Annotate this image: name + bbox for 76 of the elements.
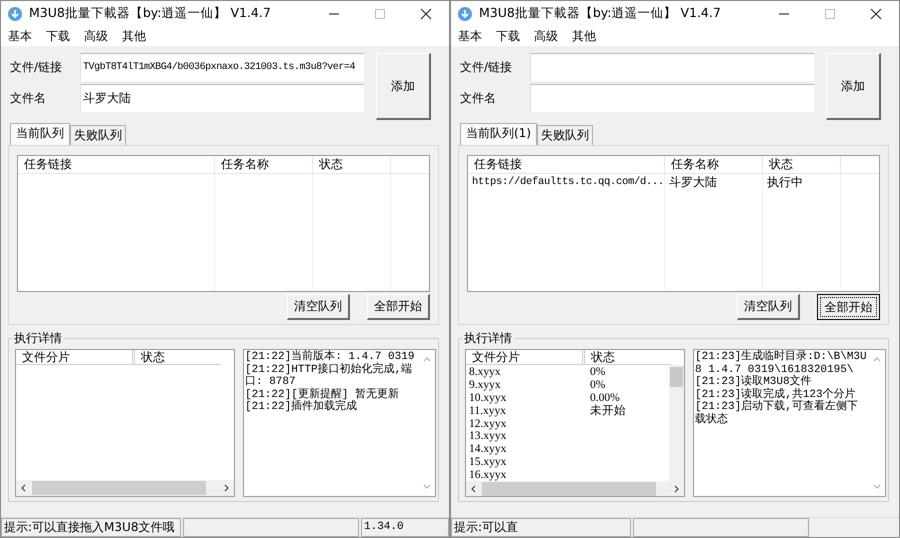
column-header[interactable]: 状态: [313, 156, 391, 173]
log-line: [21:23]读取M3U8文件: [695, 376, 813, 388]
queue-button[interactable]: 全部开始: [367, 294, 430, 320]
status-hint: 提示:可以直接拖入M3U8文件哦: [1, 518, 181, 537]
segment-status: 0%: [589, 379, 606, 392]
field-label: 文件名: [9, 90, 47, 106]
log-line: [21:23]读取完成,共123个分片: [695, 388, 857, 400]
column-header[interactable]: 任务链接: [18, 156, 215, 173]
menu-item[interactable]: 其他: [572, 28, 596, 44]
log-line: [21:22]HTTP接口初始化完成,端口: 8787: [245, 364, 414, 388]
status-version: 1.34.0: [361, 518, 449, 537]
segment-name: 15.xyyx: [468, 456, 508, 468]
tab[interactable]: 失败队列: [70, 125, 126, 145]
log-line: [21:23]启动下载,可查看左侧下载状态: [695, 401, 859, 426]
segment-status: 未开始: [589, 404, 627, 418]
download-icon: [7, 6, 23, 22]
scrollbar[interactable]: [669, 365, 684, 482]
segment-name: 16.xyyx: [468, 468, 508, 481]
column-header[interactable]: 文件分片: [466, 350, 585, 365]
menu-item[interactable]: 高级: [84, 28, 108, 44]
tab[interactable]: 当前队列(1): [460, 123, 537, 145]
download-icon: [457, 6, 473, 22]
segment-name: 8.xyyx: [468, 366, 502, 378]
column-header[interactable]: 任务名称: [215, 156, 313, 173]
field-label: 文件名: [459, 90, 497, 106]
input-field[interactable]: 斗罗大陆: [80, 84, 364, 112]
add-button[interactable]: 添加: [376, 53, 431, 120]
scrollbar[interactable]: [466, 481, 684, 496]
status-hint: 提示:可以直: [451, 518, 631, 537]
menu-item[interactable]: 下载: [496, 28, 520, 44]
queue-button[interactable]: 清空队列: [287, 294, 350, 320]
segment-name: 13.xyyx: [468, 430, 508, 442]
menu-item[interactable]: 其他: [122, 28, 146, 44]
tab[interactable]: 失败队列: [537, 125, 593, 145]
log-line: [21:22]当前版本: 1.4.7 0319: [245, 351, 416, 363]
close-icon[interactable]: [420, 8, 432, 20]
column-header[interactable]: 文件分片: [16, 350, 135, 365]
input-field[interactable]: TVgbT8T4lT1mXBG4/b0036pxnaxo.321003.ts.m3u8?ver=4: [80, 53, 364, 81]
segment-name: 12.xyyx: [468, 418, 508, 430]
group-title: 执行详情: [12, 330, 64, 347]
log-line: [21:22][更新提醒] 暂无更新: [245, 388, 400, 400]
field-label: 文件/链接: [459, 58, 514, 76]
segment-status: 0.00%: [589, 392, 621, 404]
segment-name: 11.xyyx: [468, 404, 507, 417]
table-cell-text: https://defaultts.tc.qq.com/d...: [471, 176, 665, 188]
menu-item[interactable]: 下载: [46, 28, 70, 44]
queue-button[interactable]: 清空队列: [737, 294, 800, 320]
tab[interactable]: 当前队列: [10, 123, 70, 145]
segment-name: 10.xyyx: [468, 392, 508, 404]
column-header[interactable]: 状态: [585, 350, 671, 365]
table-cell-text: 斗罗大陆: [668, 174, 718, 190]
scrollbar[interactable]: [16, 480, 234, 496]
menu-item[interactable]: 基本: [458, 28, 482, 44]
window-title: M3U8批量下載器【by:逍遥一仙】 V1.4.7: [29, 5, 272, 22]
column-header[interactable]: 状态: [135, 350, 221, 365]
field-label: 文件/链接: [9, 58, 64, 76]
input-field[interactable]: [530, 53, 814, 81]
segment-name: 14.xyyx: [468, 443, 508, 456]
add-button[interactable]: 添加: [826, 53, 881, 120]
queue-button[interactable]: 全部开始: [817, 294, 880, 320]
table-cell-text: 执行中: [766, 174, 804, 190]
window-title: M3U8批量下載器【by:逍遥一仙】 V1.4.7: [479, 5, 722, 22]
maximize-icon[interactable]: [374, 8, 386, 20]
close-icon[interactable]: [870, 8, 882, 20]
segment-status: 0%: [589, 366, 606, 378]
column-header[interactable]: 状态: [763, 156, 841, 173]
menu-item[interactable]: 基本: [8, 28, 32, 44]
column-header[interactable]: 任务链接: [468, 156, 665, 173]
input-field[interactable]: [530, 84, 814, 112]
group-title: 执行详情: [462, 330, 514, 347]
column-header[interactable]: 任务名称: [665, 156, 763, 173]
maximize-icon[interactable]: [824, 8, 836, 20]
log-line: [21:22]插件加载完成: [245, 401, 358, 414]
menu-item[interactable]: 高级: [534, 28, 558, 44]
segment-name: 9.xyyx: [468, 379, 502, 392]
log-line: [21:23]生成临时目录:D:\B\M3U8 1.4.7 0319\1618320195\: [695, 351, 868, 376]
